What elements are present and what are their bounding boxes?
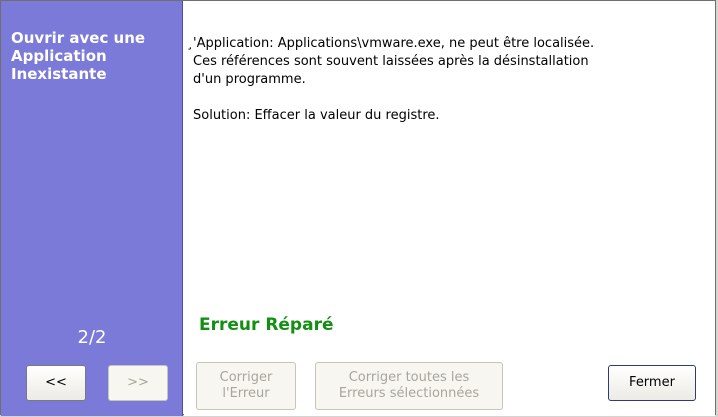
fix-error-label: Corriger l'Erreur: [219, 370, 273, 401]
sidebar: Ouvrir avec une Application Inexistante …: [1, 1, 183, 416]
page-counter: 2/2: [77, 327, 107, 348]
close-button[interactable]: Fermer: [608, 365, 696, 401]
fix-all-label: Corriger toutes les Erreurs sélectionnée…: [338, 370, 480, 401]
repair-status: Erreur Réparé: [199, 315, 334, 335]
fix-error-button[interactable]: Corriger l'Erreur: [196, 362, 296, 410]
details-panel: ̧'Application: Applications\vmware.exe, …: [184, 1, 715, 416]
previous-button[interactable]: <<: [26, 365, 86, 401]
dialog-window: Ouvrir avec une Application Inexistante …: [0, 0, 716, 416]
next-button[interactable]: >>: [108, 365, 168, 401]
fix-all-button[interactable]: Corriger toutes les Erreurs sélectionnée…: [315, 362, 503, 410]
error-type-title: Ouvrir avec une Application Inexistante: [11, 29, 146, 83]
error-message: ̧'Application: Applications\vmware.exe, …: [193, 36, 595, 123]
